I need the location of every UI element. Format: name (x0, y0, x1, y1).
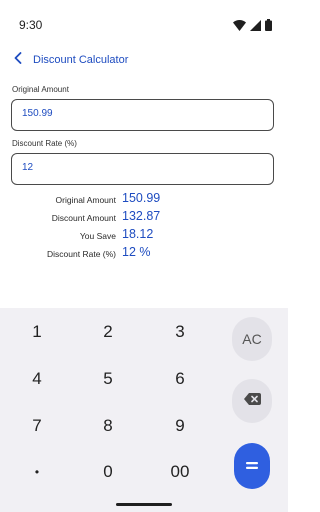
discount-rate-label: Discount Rate (%) (12, 139, 77, 148)
clear-label: AC (242, 331, 262, 347)
original-amount-input[interactable] (22, 108, 252, 119)
clear-button[interactable]: AC (232, 317, 272, 361)
result-row-you-save: You Save 18.12 (0, 227, 288, 245)
chevron-left-icon (14, 51, 22, 69)
key-3[interactable]: 3 (150, 312, 210, 352)
key-7[interactable]: 7 (7, 406, 67, 446)
result-value: 132.87 (122, 209, 161, 223)
original-amount-field[interactable] (11, 99, 274, 131)
key-2[interactable]: 2 (78, 312, 138, 352)
equals-button[interactable] (234, 443, 270, 489)
result-label: Discount Amount (51, 213, 116, 223)
status-bar: 9:30 (0, 0, 288, 48)
key-8[interactable]: 8 (78, 406, 138, 446)
equals-icon (246, 457, 258, 475)
result-row-original-amount: Original Amount 150.99 (0, 191, 288, 209)
key-4[interactable]: 4 (7, 359, 67, 399)
key-00[interactable]: 00 (150, 452, 210, 492)
app-bar: Discount Calculator (0, 48, 288, 74)
status-time: 9:30 (19, 18, 43, 32)
result-label: You Save (79, 231, 116, 241)
key-0[interactable]: 0 (78, 452, 138, 492)
key-decimal[interactable]: • (7, 452, 67, 492)
original-amount-label: Original Amount (12, 85, 69, 94)
result-row-discount-amount: Discount Amount 132.87 (0, 209, 288, 227)
signal-icon (250, 18, 261, 36)
back-button[interactable] (8, 50, 28, 70)
page-title: Discount Calculator (33, 54, 129, 66)
result-label: Original Amount (55, 195, 116, 205)
result-value: 12 % (122, 245, 151, 259)
backspace-button[interactable] (232, 379, 272, 423)
wifi-icon (233, 18, 246, 36)
result-value: 18.12 (122, 227, 154, 241)
key-6[interactable]: 6 (150, 359, 210, 399)
key-9[interactable]: 9 (150, 406, 210, 446)
key-1[interactable]: 1 (7, 312, 67, 352)
result-label: Discount Rate (%) (47, 249, 116, 259)
key-5[interactable]: 5 (78, 359, 138, 399)
backspace-icon (243, 392, 261, 410)
discount-rate-field[interactable] (11, 153, 274, 185)
battery-icon (265, 18, 272, 36)
home-indicator (116, 503, 172, 506)
status-icons (233, 18, 272, 36)
result-value: 150.99 (122, 191, 161, 205)
result-row-discount-rate: Discount Rate (%) 12 % (0, 245, 288, 263)
discount-rate-input[interactable] (22, 162, 252, 173)
